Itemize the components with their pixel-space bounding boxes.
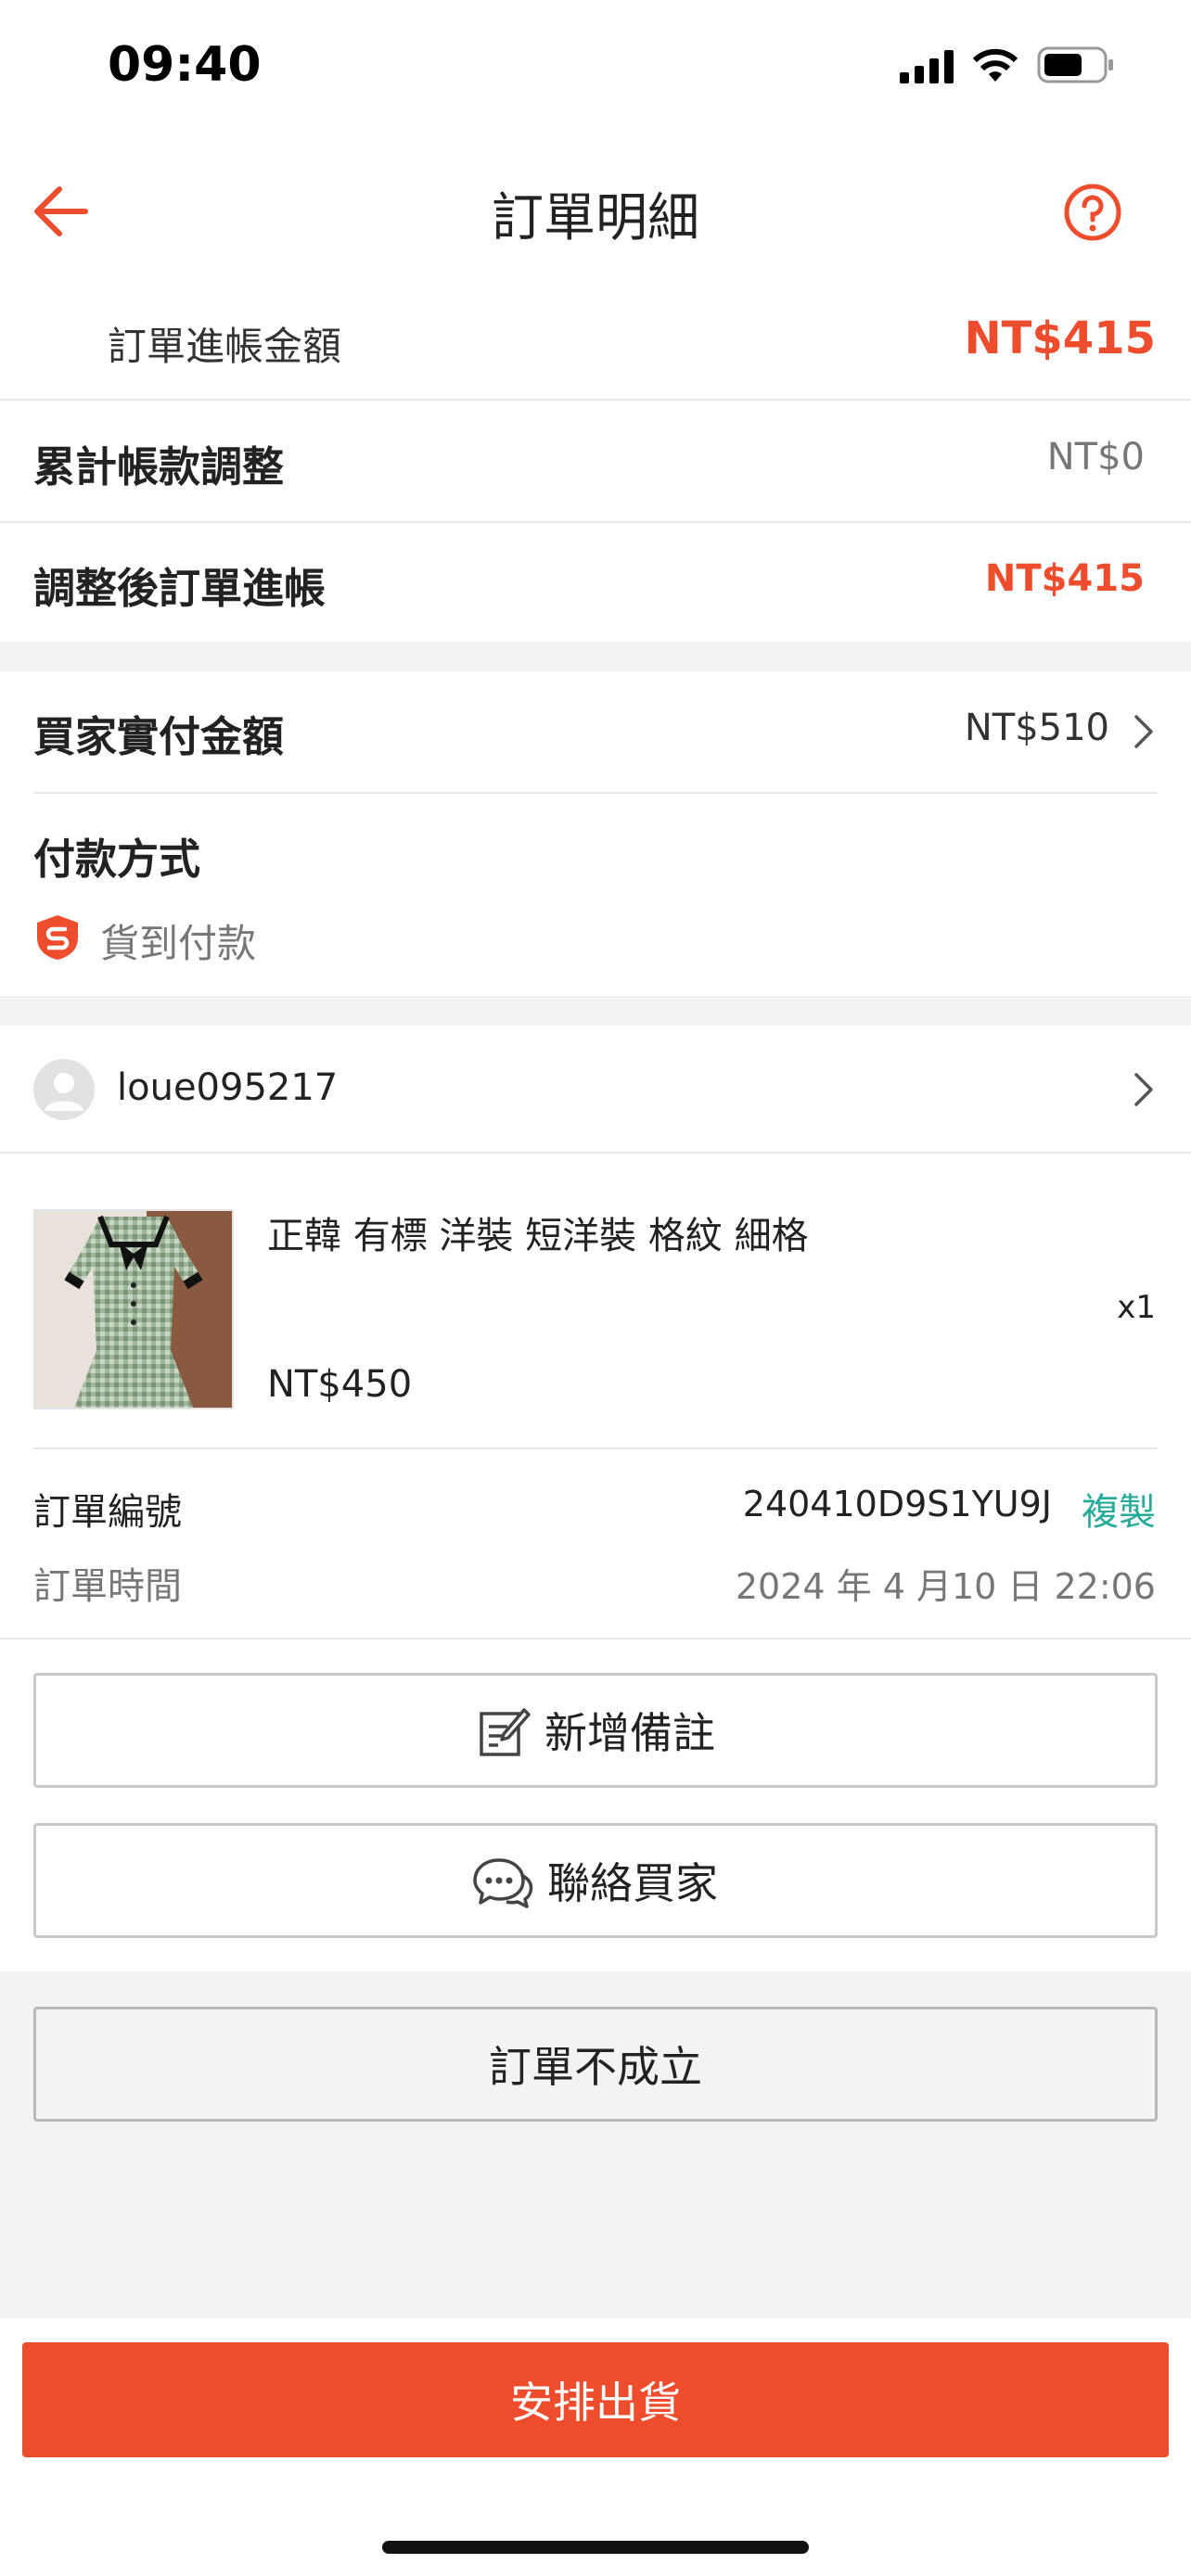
adjust-value: NT$0: [1046, 436, 1145, 478]
adjusted-income-value: NT$415: [984, 557, 1145, 600]
product-quantity: x1: [1117, 1289, 1156, 1326]
adjusted-income-label: 調整後訂單進帳: [33, 564, 327, 613]
signal-icon: [900, 50, 954, 83]
shield-icon: [37, 915, 78, 960]
battery-icon: [1037, 46, 1113, 83]
contact-buyer-button[interactable]: 聯絡買家: [33, 1823, 1158, 1938]
add-note-button[interactable]: 新增備註: [33, 1673, 1158, 1788]
payment-section: 買家實付金額 NT$510 付款方式 貨到付款: [0, 671, 1191, 996]
product-item[interactable]: 正韓 有標 洋裝 短洋裝 格紋 細格 x1 NT$450: [0, 1154, 1191, 1450]
payment-method-value: 貨到付款: [100, 921, 257, 966]
chevron-right-icon: [1134, 715, 1153, 748]
order-detail-section: loue095217 正韓 有標 洋裝 短洋裝 格紋 細格 x1 NT$450 …: [0, 1026, 1191, 1971]
chevron-right-icon: [1134, 1073, 1153, 1106]
order-time-value: 2024 年 4 月10 日 22:06: [735, 1566, 1156, 1607]
adjust-label: 累計帳款調整: [33, 442, 285, 491]
income-section: 訂單進帳金額 NT$415 累計帳款調整 NT$0 調整後訂單進帳 NT$415: [0, 287, 1191, 642]
header-bar: 訂單明細: [0, 130, 1191, 287]
bottom-action-bar: 安排出貨: [0, 2318, 1191, 2576]
buyer-username: loue095217: [117, 1066, 339, 1109]
avatar: [33, 1059, 95, 1120]
chat-icon: [473, 1858, 533, 1908]
dress-image: [35, 1211, 232, 1408]
copy-button[interactable]: 複製: [1082, 1482, 1156, 1536]
arrange-shipment-button[interactable]: 安排出貨: [22, 2342, 1169, 2457]
divider: [0, 521, 1191, 523]
order-number-label: 訂單編號: [33, 1491, 182, 1534]
buyer-paid-label: 買家實付金額: [33, 712, 285, 761]
page-title: 訂單明細: [492, 188, 699, 249]
buyer-row[interactable]: loue095217: [0, 1026, 1191, 1152]
status-time: 09:40: [108, 37, 262, 93]
add-note-label: 新增備註: [544, 1708, 715, 1758]
product-thumbnail: [33, 1209, 234, 1409]
contact-buyer-label: 聯絡買家: [547, 1858, 718, 1908]
buyer-paid-value: NT$510: [964, 707, 1109, 749]
note-edit-icon: [480, 1708, 531, 1756]
order-time-label: 訂單時間: [33, 1565, 182, 1608]
divider: [0, 399, 1191, 401]
order-number-value: 240410D9S1YU9J: [742, 1484, 1052, 1524]
divider: [0, 1638, 1191, 1639]
divider: [33, 792, 1158, 794]
buyer-paid-row[interactable]: 買家實付金額 NT$510: [0, 671, 1191, 792]
divider: [33, 1447, 1158, 1449]
product-price: NT$450: [267, 1363, 413, 1406]
payment-method-label: 付款方式: [33, 835, 201, 884]
wifi-icon: [972, 48, 1018, 82]
product-name: 正韓 有標 洋裝 短洋裝 格紋 細格: [267, 1215, 809, 1257]
order-income-label: 訂單進帳金額: [108, 324, 342, 369]
user-icon: [45, 1073, 83, 1111]
cancel-order-button[interactable]: 訂單不成立: [33, 2007, 1158, 2122]
help-icon[interactable]: [1063, 183, 1122, 242]
order-income-value: NT$415: [964, 312, 1156, 364]
home-indicator: [382, 2541, 809, 2554]
status-bar: 09:40: [0, 0, 1191, 130]
